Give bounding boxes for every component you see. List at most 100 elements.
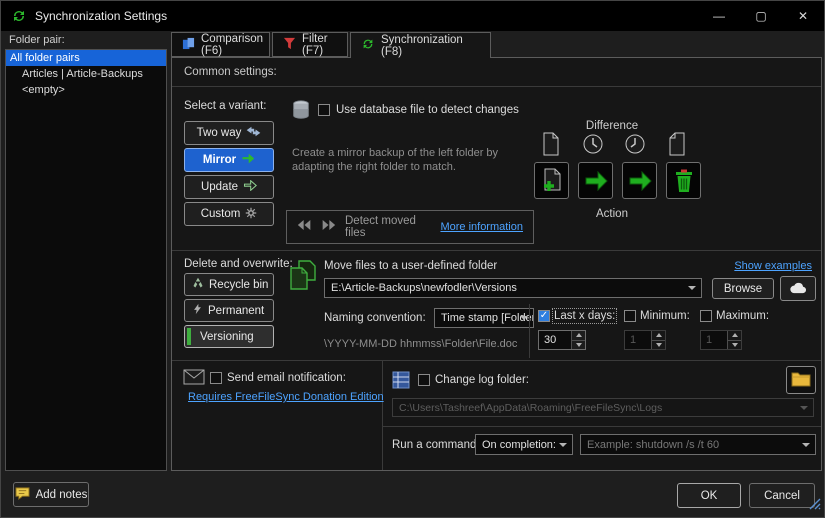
run-command-label: Run a command: xyxy=(392,439,480,451)
recycle-bin-button[interactable]: Recycle bin xyxy=(184,273,274,296)
tab-filter[interactable]: Filter (F7) xyxy=(272,32,348,57)
chevron-down-icon xyxy=(559,443,567,447)
last-x-days-value: 30 xyxy=(539,331,571,349)
diff-right-newer-icon xyxy=(622,130,648,158)
close-button[interactable]: ✕ xyxy=(782,1,824,31)
diff-left-newer-icon xyxy=(580,130,606,158)
synchronization-icon xyxy=(361,37,375,54)
mirror-button[interactable]: Mirror xyxy=(184,148,274,172)
folder-icon xyxy=(791,371,811,390)
action-label: Action xyxy=(532,208,692,220)
command-placeholder: Example: shutdown /s /t 60 xyxy=(587,439,719,451)
chevron-down-icon xyxy=(800,406,808,410)
action-update-right-button[interactable] xyxy=(578,162,613,199)
moved-left-icon xyxy=(297,218,312,237)
versioning-path-value: E:\Article-Backups\newfodler\Versions xyxy=(331,282,517,294)
command-input-combobox[interactable]: Example: shutdown /s /t 60 xyxy=(580,434,816,455)
filter-icon xyxy=(283,37,296,53)
titlebar: Synchronization Settings — ▢ ✕ xyxy=(1,1,824,31)
mirror-label: Mirror xyxy=(203,154,236,166)
cancel-button[interactable]: Cancel xyxy=(749,483,815,508)
show-examples-link[interactable]: Show examples xyxy=(728,260,812,272)
cloud-button[interactable] xyxy=(780,276,816,301)
permanent-label: Permanent xyxy=(208,305,264,317)
ok-button[interactable]: OK xyxy=(677,483,741,508)
detect-moved-files-label: Detect moved files xyxy=(345,215,431,239)
tab-synchronization[interactable]: Synchronization (F8) xyxy=(350,32,491,58)
maximum-checkbox[interactable] xyxy=(700,310,712,322)
envelope-icon xyxy=(182,368,206,386)
folder-pair-list: All folder pairs Articles | Article-Back… xyxy=(5,49,167,471)
custom-label: Custom xyxy=(201,208,241,220)
versioning-path-combobox[interactable]: E:\Article-Backups\newfodler\Versions xyxy=(324,278,702,298)
maximum-spinner[interactable]: 1 xyxy=(700,330,742,350)
action-create-right-button[interactable] xyxy=(534,162,569,199)
delete-overwrite-label: Delete and overwrite: xyxy=(184,258,293,270)
log-path-combobox[interactable]: C:\Users\Tashreef\AppData\Roaming\FreeFi… xyxy=(392,398,814,417)
add-notes-button[interactable]: Add notes xyxy=(13,482,89,507)
command-when-value: On completion: xyxy=(482,439,556,451)
divider xyxy=(382,426,821,427)
send-email-checkbox[interactable] xyxy=(210,372,222,384)
tab-synchronization-label: Synchronization (F8) xyxy=(381,34,480,58)
use-database-checkbox[interactable] xyxy=(318,104,330,116)
last-x-days-spinner[interactable]: 30 xyxy=(538,330,586,350)
minimum-checkbox[interactable] xyxy=(624,310,636,322)
browse-button[interactable]: Browse xyxy=(712,278,774,299)
log-path-value: C:\Users\Tashreef\AppData\Roaming\FreeFi… xyxy=(399,402,662,414)
donation-edition-link[interactable]: Requires FreeFileSync Donation Edition xyxy=(188,391,384,403)
list-item-empty-pair[interactable]: <empty> xyxy=(6,82,166,98)
versioning-label: Versioning xyxy=(200,331,254,343)
minimum-spinner[interactable]: 1 xyxy=(624,330,666,350)
comparison-icon xyxy=(182,37,195,53)
minimize-button[interactable]: — xyxy=(698,1,740,31)
sync-settings-dialog: Synchronization Settings — ▢ ✕ Folder pa… xyxy=(0,0,825,518)
recycle-icon xyxy=(192,277,204,292)
custom-button[interactable]: Custom xyxy=(184,202,274,226)
divider xyxy=(529,304,530,358)
custom-gear-icon xyxy=(245,207,257,222)
log-folder-button[interactable] xyxy=(786,366,816,394)
versioning-docs-icon xyxy=(288,258,318,292)
minimum-label: Minimum: xyxy=(640,310,690,322)
permanent-button[interactable]: Permanent xyxy=(184,299,274,322)
update-button[interactable]: Update xyxy=(184,175,274,199)
resize-grip[interactable] xyxy=(809,497,821,515)
action-update-right-2-button[interactable] xyxy=(622,162,657,199)
naming-convention-label: Naming convention: xyxy=(324,312,426,324)
maximum-label: Maximum: xyxy=(716,310,769,322)
recycle-bin-label: Recycle bin xyxy=(209,279,268,291)
change-log-folder-label: Change log folder: xyxy=(435,374,529,386)
update-arrow-icon xyxy=(243,180,257,194)
last-x-days-checkbox[interactable] xyxy=(538,310,550,322)
list-item-all-folder-pairs[interactable]: All folder pairs xyxy=(6,50,166,66)
command-when-combobox[interactable]: On completion: xyxy=(475,434,573,455)
more-information-link[interactable]: More information xyxy=(440,221,523,233)
change-log-folder-checkbox[interactable] xyxy=(418,374,430,386)
divider xyxy=(172,360,821,361)
mirror-arrow-icon xyxy=(241,153,255,167)
mirror-description: Create a mirror backup of the left folde… xyxy=(292,146,517,174)
add-notes-label: Add notes xyxy=(36,489,88,501)
chevron-down-icon xyxy=(520,316,528,320)
naming-convention-combobox[interactable]: Time stamp [Folder] xyxy=(434,308,534,328)
two-way-arrows-icon xyxy=(246,126,261,140)
app-sync-icon xyxy=(11,8,27,24)
two-way-label: Two way xyxy=(197,127,242,139)
moved-right-icon xyxy=(321,218,336,237)
cloud-icon xyxy=(788,281,808,297)
versioning-button[interactable]: Versioning xyxy=(184,325,274,348)
move-files-label: Move files to a user-defined folder xyxy=(324,260,497,272)
update-label: Update xyxy=(201,181,238,193)
log-grid-icon xyxy=(390,369,412,391)
ok-label: OK xyxy=(701,490,718,502)
common-settings-heading: Common settings: xyxy=(184,66,277,78)
maximize-button[interactable]: ▢ xyxy=(740,1,782,31)
diff-left-only-icon xyxy=(538,130,564,158)
note-icon xyxy=(15,486,30,503)
action-delete-button[interactable] xyxy=(666,162,701,199)
two-way-button[interactable]: Two way xyxy=(184,121,274,145)
tab-comparison[interactable]: Comparison (F6) xyxy=(171,32,270,57)
tab-filter-label: Filter (F7) xyxy=(302,33,337,57)
list-item-articles-pair[interactable]: Articles | Article-Backups xyxy=(6,66,166,82)
